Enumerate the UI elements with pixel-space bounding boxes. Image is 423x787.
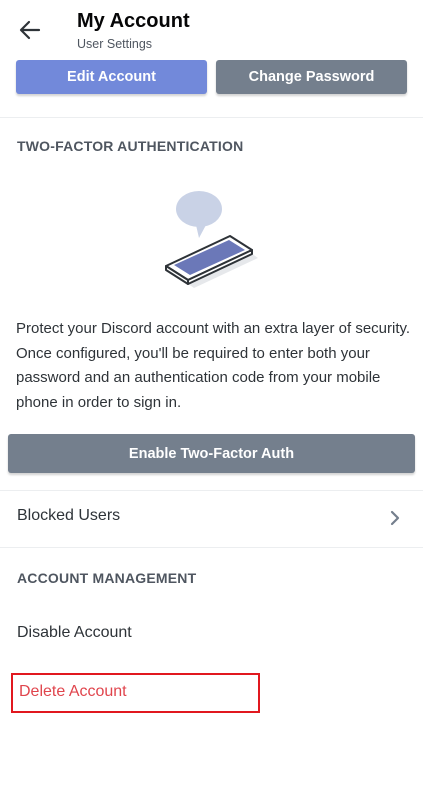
back-button[interactable] — [14, 15, 46, 45]
top-app-bar: My Account User Settings — [0, 0, 423, 60]
arrow-left-icon — [19, 20, 41, 40]
edit-account-button[interactable]: Edit Account — [16, 60, 207, 94]
page-subtitle: User Settings — [77, 37, 153, 51]
delete-account-highlight: Delete Account — [11, 673, 260, 713]
disable-account-button[interactable]: Disable Account — [17, 624, 132, 642]
blocked-users-row[interactable]: Blocked Users — [0, 492, 423, 544]
divider — [0, 117, 423, 118]
enable-two-factor-button[interactable]: Enable Two-Factor Auth — [8, 434, 415, 473]
divider — [0, 547, 423, 548]
divider — [0, 490, 423, 491]
delete-account-button[interactable]: Delete Account — [19, 683, 127, 701]
change-password-button[interactable]: Change Password — [216, 60, 407, 94]
phone-with-speech-bubble-icon — [165, 191, 258, 288]
blocked-users-label: Blocked Users — [17, 507, 121, 524]
account-management-section-title: ACCOUNT MANAGEMENT — [17, 570, 197, 586]
chevron-right-icon — [390, 510, 400, 526]
two-factor-section-title: TWO-FACTOR AUTHENTICATION — [17, 138, 244, 154]
page-title: My Account — [77, 10, 190, 32]
two-factor-description: Protect your Discord account with an ext… — [16, 320, 411, 411]
